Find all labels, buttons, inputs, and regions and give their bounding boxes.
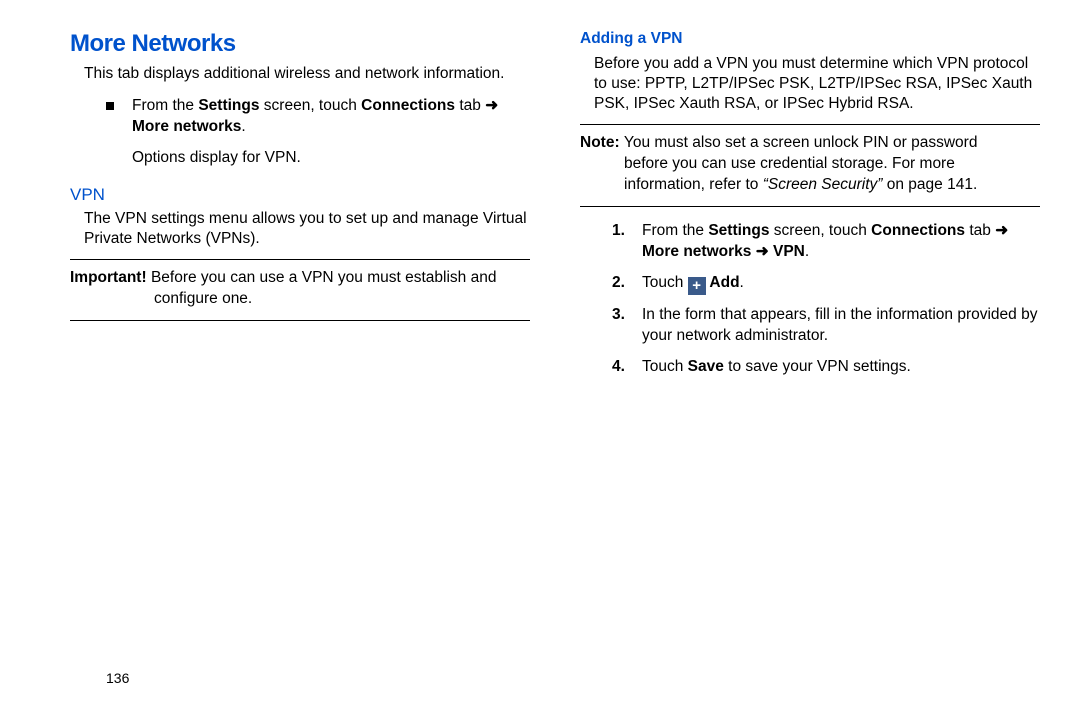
reference-italic: “Screen Security”	[763, 176, 883, 193]
text: In the form that appears, fill in the in…	[642, 305, 1040, 347]
vpn-heading: VPN	[70, 185, 530, 205]
text-bold: Save	[688, 358, 724, 375]
text-bold: Add	[706, 274, 740, 291]
sub-instruction: Options display for VPN.	[132, 148, 530, 169]
important-label: Important!	[70, 269, 151, 286]
note-box: Note: You must also set a screen unlock …	[580, 124, 1040, 207]
step-1: 1. From the Settings screen, touch Conne…	[612, 221, 1040, 263]
text: tab	[965, 222, 995, 239]
text: screen, touch	[769, 222, 871, 239]
text-bold: Connections	[871, 222, 965, 239]
steps-list: 1. From the Settings screen, touch Conne…	[612, 221, 1040, 378]
note-label: Note:	[580, 134, 624, 151]
vpn-description: The VPN settings menu allows you to set …	[84, 209, 530, 249]
text: Touch	[642, 358, 688, 375]
text: tab	[455, 97, 485, 114]
text: configure one.	[154, 290, 252, 307]
step-2: 2. Touch + Add.	[612, 273, 1040, 295]
text-bold: More networks	[642, 243, 756, 260]
step-number: 4.	[612, 357, 628, 378]
text-bold: Connections	[361, 97, 455, 114]
square-bullet-icon	[106, 102, 114, 110]
text: From the	[642, 222, 708, 239]
plus-icon: +	[688, 277, 706, 295]
arrow-icon: ➜	[485, 97, 498, 114]
text: Before you can use a VPN you must establ…	[151, 269, 497, 286]
adding-vpn-heading: Adding a VPN	[580, 30, 1040, 48]
step-3: 3. In the form that appears, fill in the…	[612, 305, 1040, 347]
text: on page 141.	[882, 176, 977, 193]
text-bold: More networks	[132, 118, 241, 135]
text-bold: VPN	[769, 243, 805, 260]
text: You must also set a screen unlock PIN or…	[624, 134, 978, 151]
step-number: 3.	[612, 305, 628, 347]
instruction-bullet: From the Settings screen, touch Connecti…	[106, 96, 530, 169]
text-bold: Settings	[708, 222, 769, 239]
text: to save your VPN settings.	[724, 358, 911, 375]
text: Touch	[642, 274, 688, 291]
adding-vpn-intro: Before you add a VPN you must determine …	[594, 54, 1040, 114]
text-bold: Settings	[198, 97, 259, 114]
step-number: 1.	[612, 221, 628, 263]
arrow-icon: ➜	[756, 243, 769, 260]
section-title: More Networks	[70, 30, 530, 58]
step-number: 2.	[612, 273, 628, 295]
text: From the	[132, 97, 198, 114]
text: information, refer to	[624, 176, 763, 193]
text: screen, touch	[259, 97, 361, 114]
arrow-icon: ➜	[995, 222, 1008, 239]
text: before you can use credential storage. F…	[624, 155, 955, 172]
step-4: 4. Touch Save to save your VPN settings.	[612, 357, 1040, 378]
page-number: 136	[106, 670, 129, 686]
intro-text: This tab displays additional wireless an…	[84, 64, 530, 84]
important-note: Important! Before you can use a VPN you …	[70, 259, 530, 321]
